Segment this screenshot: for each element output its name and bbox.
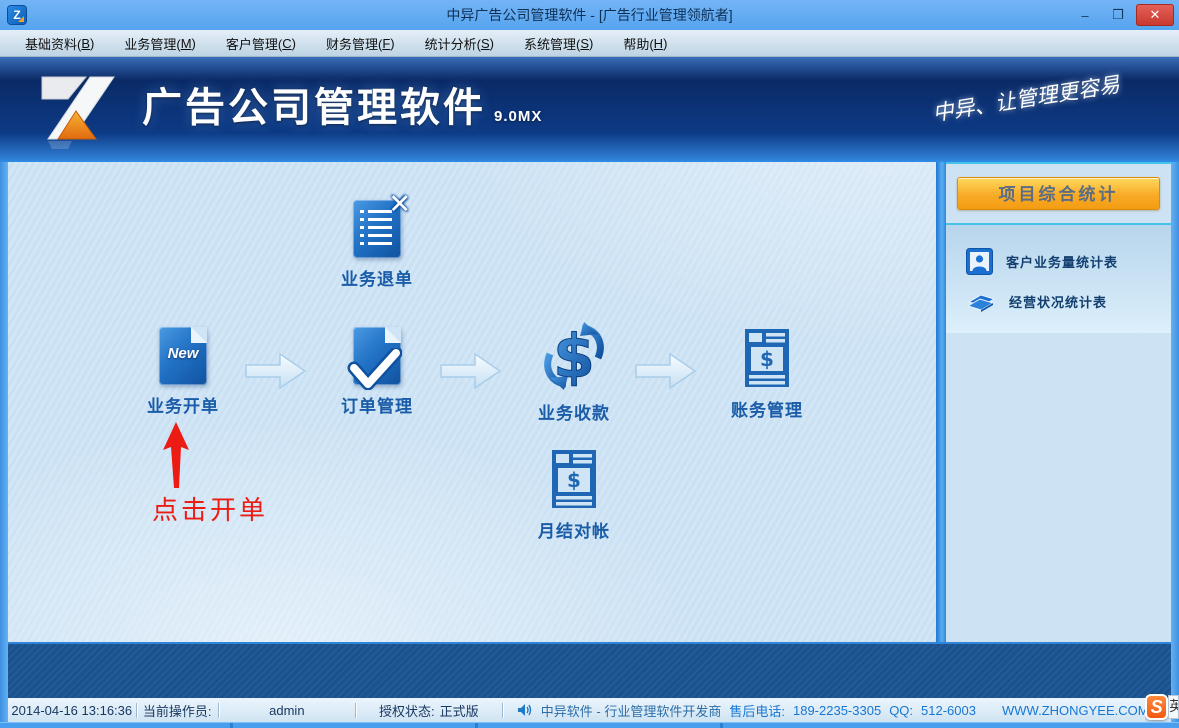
flow-arrow-right-icon xyxy=(245,352,307,390)
menu-item-stats-analysis[interactable]: 统计分析(S) xyxy=(410,30,509,56)
workflow-item-receive-payment[interactable]: $ 业务收款 xyxy=(509,320,639,424)
workflow-label: 账务管理 xyxy=(702,396,832,421)
status-support-label: 售后电话: xyxy=(729,701,785,720)
ime-mode-indicator[interactable]: 英 xyxy=(1168,695,1179,719)
status-qq-value: 512-6003 xyxy=(921,703,976,718)
sidebar-item-label: 经营状况统计表 xyxy=(1009,292,1107,311)
ime-indicator[interactable]: S 英 xyxy=(1145,692,1179,722)
speaker-icon xyxy=(517,703,533,717)
app-window: Z 中异广告公司管理软件 - [广告行业管理领航者] – ❒ ✕ 基础资料(B)… xyxy=(0,0,1179,728)
stats-sidebar: 项目综合统计 客户业务量统计表 经营状况统计表 xyxy=(946,162,1171,642)
window-border-left xyxy=(0,162,8,728)
dollar-icon: $ xyxy=(540,320,608,392)
close-button[interactable]: ✕ xyxy=(1136,4,1174,26)
menu-item-help[interactable]: 帮助(H) xyxy=(608,30,682,56)
status-support-phone: 189-2235-3305 xyxy=(793,703,881,718)
panel-splitter[interactable] xyxy=(936,162,946,642)
menu-item-system-mgmt[interactable]: 系统管理(S) xyxy=(509,30,608,56)
border-grip xyxy=(475,723,478,728)
workflow-label: 业务开单 xyxy=(118,392,248,417)
x-badge-icon: ✕ xyxy=(388,189,411,220)
annotation-text: 点击开单 xyxy=(130,490,290,527)
sidebar-item-customer-volume-report[interactable]: 客户业务量统计表 xyxy=(946,241,1171,281)
border-grip xyxy=(720,723,723,728)
status-contact-area: 中异软件 - 行业管理软件开发商 售后电话: 189-2235-3305 QQ:… xyxy=(517,701,1171,720)
ledger-dollar-glyph: $ xyxy=(760,347,774,371)
header-banner: 广告公司管理软件9.0MX 广告公司管理软件 中异、让管理更容易 xyxy=(0,57,1179,162)
border-grip xyxy=(230,723,233,728)
window-border-right xyxy=(1171,162,1179,728)
sogou-ime-icon[interactable]: S xyxy=(1145,694,1168,720)
report-books-icon xyxy=(966,289,996,313)
ledger-icon: $ xyxy=(743,327,791,389)
menu-item-basic-data[interactable]: 基础资料(B) xyxy=(10,30,109,56)
brand-slogan: 中异、让管理更容易 xyxy=(900,64,1152,133)
checkmark-icon xyxy=(346,348,402,390)
project-summary-button[interactable]: 项目综合统计 xyxy=(957,177,1160,210)
status-license: 授权状态: 正式版 xyxy=(356,701,502,720)
dollar-glyph: $ xyxy=(553,322,595,392)
product-name-reflection: 广告公司管理软件 xyxy=(142,121,486,151)
workflow-item-order-mgmt[interactable]: 订单管理 xyxy=(312,327,442,417)
new-order-doc-icon: New xyxy=(159,327,207,385)
menubar: 基础资料(B) 业务管理(M) 客户管理(C) 财务管理(F) 统计分析(S) … xyxy=(0,30,1179,57)
background-swoosh xyxy=(428,162,936,362)
status-company: 中异软件 - 行业管理软件开发商 xyxy=(541,701,722,720)
workflow-panel: ✕ 业务退单 New 业务开单 订单管理 xyxy=(8,162,936,642)
minimize-button[interactable]: – xyxy=(1070,4,1100,26)
workflow-label: 月结对帐 xyxy=(509,517,639,542)
workflow-item-account-mgmt[interactable]: $ 账务管理 xyxy=(702,327,832,421)
ledger-dollar-glyph: $ xyxy=(567,468,581,492)
status-datetime: 2014-04-16 13:16:36 xyxy=(8,703,136,718)
status-separator xyxy=(502,703,503,718)
statusbar: 2014-04-16 13:16:36 当前操作员: admin 授权状态: 正… xyxy=(8,698,1171,722)
annotation-up-arrow-icon xyxy=(158,420,194,492)
flow-arrow-right-icon xyxy=(635,352,697,390)
company-logo-icon xyxy=(34,65,138,151)
window-controls: – ❒ ✕ xyxy=(1070,4,1174,26)
menu-item-customer-mgmt[interactable]: 客户管理(C) xyxy=(211,30,311,56)
menu-item-finance-mgmt[interactable]: 财务管理(F) xyxy=(311,30,410,56)
new-badge: New xyxy=(159,345,207,362)
workflow-item-monthly-reconcile[interactable]: $ 月结对帐 xyxy=(509,448,639,542)
status-qq-label: QQ: xyxy=(889,703,913,718)
titlebar: Z 中异广告公司管理软件 - [广告行业管理领航者] – ❒ ✕ xyxy=(0,0,1179,30)
footer-band xyxy=(8,642,1171,698)
sidebar-item-label: 客户业务量统计表 xyxy=(1006,252,1118,271)
workflow-item-create-order[interactable]: New 业务开单 xyxy=(118,327,248,417)
ledger-icon: $ xyxy=(550,448,598,510)
window-border-bottom xyxy=(0,722,1179,728)
workflow-label: 业务退单 xyxy=(312,265,442,290)
sidebar-item-operating-status-report[interactable]: 经营状况统计表 xyxy=(946,281,1171,321)
flow-arrow-right-icon xyxy=(440,352,502,390)
workflow-label: 订单管理 xyxy=(312,392,442,417)
maximize-button[interactable]: ❒ xyxy=(1103,4,1133,26)
customer-icon xyxy=(966,248,993,275)
product-version: 9.0MX xyxy=(494,108,542,125)
menu-item-business-mgmt[interactable]: 业务管理(M) xyxy=(109,30,211,56)
window-title: 中异广告公司管理软件 - [广告行业管理领航者] xyxy=(0,0,1179,30)
workflow-label: 业务收款 xyxy=(509,399,639,424)
workflow-item-refund[interactable]: ✕ 业务退单 xyxy=(312,200,442,290)
order-check-doc-icon xyxy=(353,327,401,385)
refund-doc-icon: ✕ xyxy=(353,200,401,258)
status-operator-label: 当前操作员: xyxy=(136,701,218,720)
status-operator-value: admin xyxy=(219,703,355,718)
sidebar-list: 客户业务量统计表 经营状况统计表 xyxy=(946,225,1171,333)
